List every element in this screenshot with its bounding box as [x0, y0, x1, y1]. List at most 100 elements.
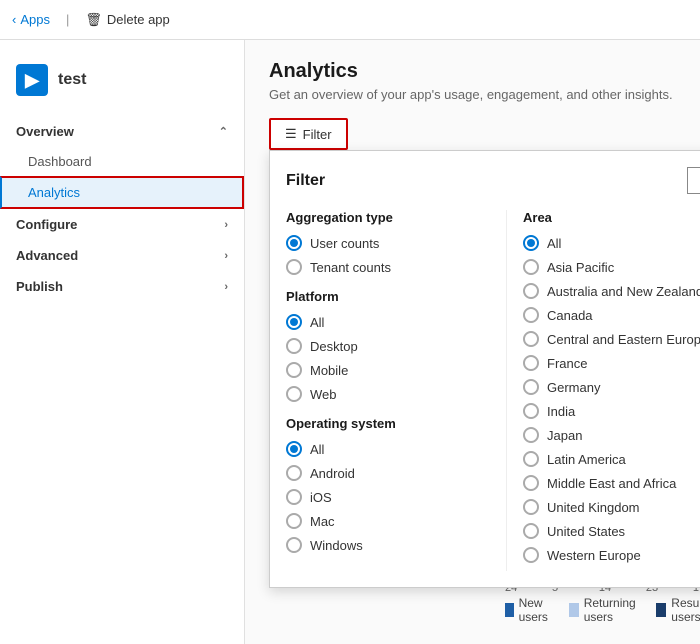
radio-area-uk[interactable]: United Kingdom	[523, 499, 700, 515]
radio-label: Android	[310, 466, 355, 481]
legend-new-users: New users	[505, 596, 553, 624]
radio-circle	[523, 451, 539, 467]
radio-tenant-counts[interactable]: Tenant counts	[286, 259, 490, 275]
radio-label: Germany	[547, 380, 600, 395]
radio-area-asiapacific[interactable]: Asia Pacific	[523, 259, 700, 275]
configure-label: Configure	[16, 217, 77, 232]
platform-title: Platform	[286, 289, 490, 304]
back-label: Apps	[20, 12, 50, 27]
chevron-right-icon-2: ›	[224, 250, 228, 262]
radio-label: Windows	[310, 538, 363, 553]
radio-os-all[interactable]: All	[286, 441, 490, 457]
radio-circle	[523, 427, 539, 443]
main-content: Analytics Get an overview of your app's …	[245, 40, 700, 644]
radio-label: Asia Pacific	[547, 260, 614, 275]
radio-area-canada[interactable]: Canada	[523, 307, 700, 323]
radio-os-android[interactable]: Android	[286, 465, 490, 481]
filter-button[interactable]: ☰ Filter	[269, 118, 348, 150]
radio-area-all[interactable]: All	[523, 235, 700, 251]
app-name: test	[58, 71, 86, 89]
radio-platform-web[interactable]: Web	[286, 386, 490, 402]
radio-area-cee[interactable]: Central and Eastern Europe	[523, 331, 700, 347]
delete-label: Delete app	[107, 12, 170, 27]
radio-label: All	[547, 236, 561, 251]
legend-label-returning-users: Returning users	[584, 596, 641, 624]
radio-circle	[286, 314, 302, 330]
radio-user-counts[interactable]: User counts	[286, 235, 490, 251]
chevron-right-icon-3: ›	[224, 281, 228, 293]
delete-app-button[interactable]: 🗑 Delete app	[85, 12, 169, 28]
radio-label: United Kingdom	[547, 500, 640, 515]
advanced-label: Advanced	[16, 248, 78, 263]
radio-area-us[interactable]: United States	[523, 523, 700, 539]
radio-circle	[523, 355, 539, 371]
sidebar-item-dashboard[interactable]: Dashboard	[0, 147, 244, 176]
reset-button[interactable]: Reset	[687, 167, 700, 194]
radio-label: iOS	[310, 490, 332, 505]
radio-os-ios[interactable]: iOS	[286, 489, 490, 505]
nav-configure[interactable]: Configure ›	[0, 209, 244, 240]
radio-circle	[286, 259, 302, 275]
filter-left-col: Aggregation type User counts Tenant coun…	[286, 210, 506, 571]
nav-overview-label: Overview	[16, 124, 74, 139]
dashboard-label: Dashboard	[28, 154, 92, 169]
area-title: Area	[523, 210, 700, 225]
radio-area-anz[interactable]: Australia and New Zealand	[523, 283, 700, 299]
nav-advanced[interactable]: Advanced ›	[0, 240, 244, 271]
app-icon: ▶	[16, 64, 48, 96]
radio-label: Canada	[547, 308, 593, 323]
radio-label: United States	[547, 524, 625, 539]
radio-area-japan[interactable]: Japan	[523, 427, 700, 443]
radio-circle	[286, 513, 302, 529]
analytics-label: Analytics	[28, 185, 80, 200]
radio-platform-desktop[interactable]: Desktop	[286, 338, 490, 354]
legend-label-new-users: New users	[519, 596, 554, 624]
radio-os-windows[interactable]: Windows	[286, 537, 490, 553]
radio-circle	[523, 499, 539, 515]
radio-circle	[286, 338, 302, 354]
radio-os-mac[interactable]: Mac	[286, 513, 490, 529]
page-subtitle: Get an overview of your app's usage, eng…	[269, 87, 676, 102]
radio-platform-mobile[interactable]: Mobile	[286, 362, 490, 378]
nav-overview-section: Overview ⌃ Dashboard Analytics	[0, 116, 244, 209]
filter-dropdown: Filter Reset Apply Aggregation type User…	[269, 150, 700, 588]
radio-area-westerneurope[interactable]: Western Europe	[523, 547, 700, 563]
trash-icon: 🗑	[85, 12, 102, 28]
sidebar-item-analytics[interactable]: Analytics	[0, 176, 244, 209]
filter-title: Filter	[286, 172, 325, 190]
radio-label: Middle East and Africa	[547, 476, 676, 491]
radio-circle	[523, 403, 539, 419]
radio-circle	[286, 362, 302, 378]
radio-circle	[286, 235, 302, 251]
legend-label-resurrected-users: Resurrected users	[671, 596, 700, 624]
radio-area-germany[interactable]: Germany	[523, 379, 700, 395]
radio-label: Western Europe	[547, 548, 641, 563]
radio-area-france[interactable]: France	[523, 355, 700, 371]
top-bar: ‹ Apps | 🗑 Delete app	[0, 0, 700, 40]
nav-overview[interactable]: Overview ⌃	[0, 116, 244, 147]
radio-circle	[523, 283, 539, 299]
page-title: Analytics	[269, 60, 676, 83]
radio-label: User counts	[310, 236, 379, 251]
layout: ▶ test Overview ⌃ Dashboard Analytics Co…	[0, 40, 700, 644]
radio-circle	[286, 465, 302, 481]
chevron-left-icon: ‹	[12, 12, 16, 27]
legend-swatch-returning-users	[569, 603, 578, 617]
filter-button-label: Filter	[303, 127, 332, 142]
radio-label: All	[310, 315, 324, 330]
app-header: ▶ test	[0, 56, 244, 112]
radio-platform-all[interactable]: All	[286, 314, 490, 330]
radio-area-mea[interactable]: Middle East and Africa	[523, 475, 700, 491]
radio-circle	[286, 489, 302, 505]
filter-actions: Reset Apply	[687, 167, 700, 194]
nav-publish[interactable]: Publish ›	[0, 271, 244, 302]
back-button[interactable]: ‹ Apps	[12, 12, 50, 27]
radio-area-latam[interactable]: Latin America	[523, 451, 700, 467]
radio-circle	[523, 547, 539, 563]
filter-header: Filter Reset Apply	[286, 167, 700, 194]
legend-resurrected-users: Resurrected users	[656, 596, 700, 624]
radio-circle	[286, 537, 302, 553]
os-title: Operating system	[286, 416, 490, 431]
radio-area-india[interactable]: India	[523, 403, 700, 419]
radio-circle	[286, 386, 302, 402]
